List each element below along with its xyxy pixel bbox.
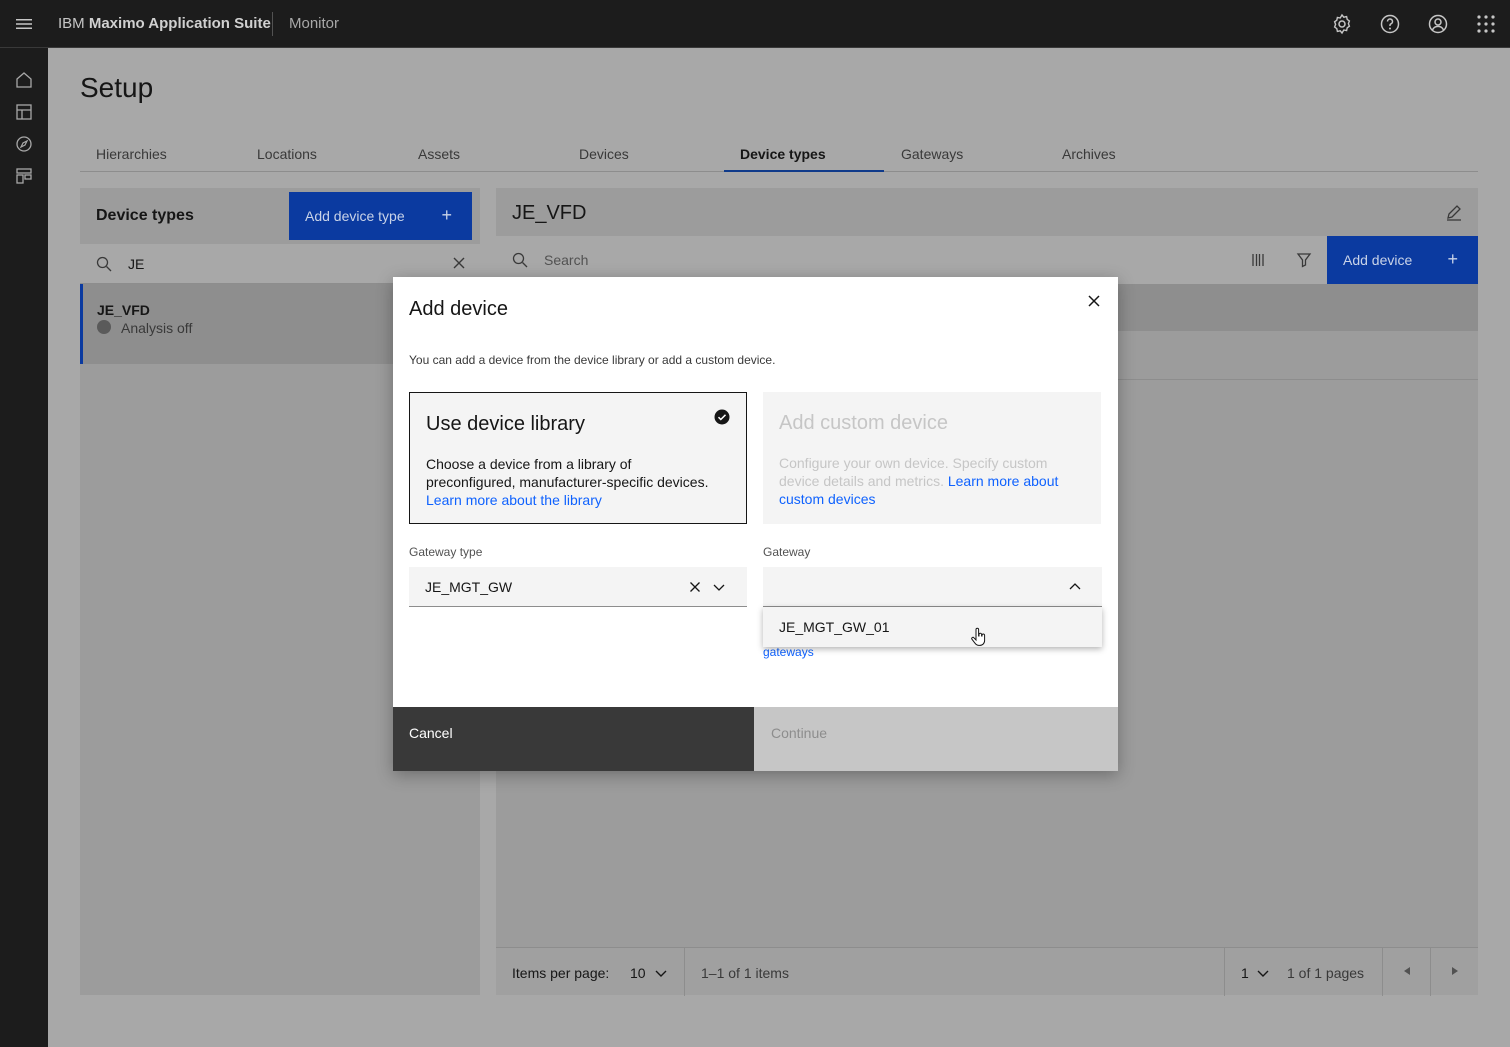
add-device-label: Add device xyxy=(1343,252,1413,268)
tab-assets[interactable]: Assets xyxy=(418,146,460,162)
pager-divider xyxy=(1430,948,1431,996)
gateways-link[interactable]: gateways xyxy=(763,645,814,659)
clear-selection-icon[interactable] xyxy=(689,581,701,593)
edit-icon[interactable] xyxy=(1445,203,1463,221)
settings-icon[interactable] xyxy=(1330,12,1354,36)
continue-button[interactable]: Continue xyxy=(754,707,1118,771)
previous-page-icon[interactable] xyxy=(1400,964,1414,978)
home-icon[interactable] xyxy=(15,71,33,89)
chevron-down-icon[interactable] xyxy=(1256,966,1270,980)
add-custom-device-tile[interactable]: Add custom device Configure your own dev… xyxy=(763,392,1101,524)
setup-icon[interactable] xyxy=(15,167,33,185)
use-device-library-tile[interactable]: Use device library Choose a device from … xyxy=(409,392,747,524)
add-device-type-label: Add device type xyxy=(305,208,405,224)
brand-name: Maximo Application Suite xyxy=(88,15,271,32)
tab-locations[interactable]: Locations xyxy=(257,146,317,162)
items-range: 1–1 of 1 items xyxy=(701,965,789,981)
pager-divider xyxy=(1224,948,1225,996)
tile-body-text: Choose a device from a library of precon… xyxy=(426,456,709,490)
filter-icon[interactable] xyxy=(1296,252,1312,268)
add-device-modal: Add device You can add a device from the… xyxy=(393,277,1118,771)
header-divider xyxy=(272,12,273,36)
tab-gateways[interactable]: Gateways xyxy=(901,146,963,162)
modal-description: You can add a device from the device lib… xyxy=(409,353,776,367)
checkmark-filled-icon xyxy=(714,409,730,425)
add-device-button[interactable]: Add device + xyxy=(1327,236,1478,284)
items-per-page-select[interactable]: 10 xyxy=(630,965,646,981)
gateway-label: Gateway xyxy=(763,545,811,559)
columns-icon[interactable] xyxy=(1250,252,1266,268)
brand-title[interactable]: IBM Maximo Application Suite xyxy=(58,15,271,32)
chevron-up-icon[interactable] xyxy=(1069,581,1081,593)
app-switcher-icon[interactable] xyxy=(1474,12,1498,36)
page-title: Setup xyxy=(80,72,154,103)
chevron-down-icon[interactable] xyxy=(654,966,668,980)
dashboard-icon[interactable] xyxy=(15,103,33,121)
device-type-name: JE_VFD xyxy=(97,302,150,318)
modal-title: Add device xyxy=(409,298,508,320)
page-count: 1 of 1 pages xyxy=(1287,965,1365,981)
learn-more-library-link[interactable]: Learn more about the library xyxy=(426,492,602,508)
tile-body: Configure your own device. Specify custo… xyxy=(779,454,1069,508)
devices-search-input[interactable]: Search xyxy=(544,252,588,268)
search-input[interactable]: JE xyxy=(128,256,144,272)
help-icon[interactable] xyxy=(1378,12,1402,36)
side-rail xyxy=(0,48,48,1047)
tab-archives[interactable]: Archives xyxy=(1062,146,1116,162)
gateway-combobox[interactable] xyxy=(763,567,1102,607)
page-select[interactable]: 1 xyxy=(1241,965,1249,981)
gateway-option[interactable]: JE_MGT_GW_01 xyxy=(779,619,889,635)
gateway-type-value: JE_MGT_GW xyxy=(425,579,513,595)
add-device-type-button[interactable]: Add device type + xyxy=(289,192,472,240)
tile-heading: Add custom device xyxy=(779,412,948,434)
chevron-down-icon[interactable] xyxy=(713,581,725,593)
search-icon xyxy=(96,256,112,272)
pagination: Items per page: 10 1–1 of 1 items 1 1 of… xyxy=(496,947,1478,996)
plus-icon: + xyxy=(441,205,452,225)
top-header: IBM Maximo Application Suite Monitor xyxy=(0,0,1510,48)
gateway-type-label: Gateway type xyxy=(409,545,483,559)
device-type-status: Analysis off xyxy=(121,320,193,336)
pager-divider xyxy=(1382,948,1383,996)
device-types-title: Device types xyxy=(96,207,194,224)
cancel-button[interactable]: Cancel xyxy=(393,707,754,771)
gateway-dropdown-menu: JE_MGT_GW_01 xyxy=(763,607,1102,647)
plus-icon: + xyxy=(1447,249,1458,269)
tab-devices[interactable]: Devices xyxy=(579,146,629,162)
gateway-type-combobox[interactable]: JE_MGT_GW xyxy=(409,567,747,607)
setup-tabs: Hierarchies Locations Assets Devices Dev… xyxy=(80,138,1478,172)
explore-icon[interactable] xyxy=(15,135,33,153)
tile-heading: Use device library xyxy=(426,413,585,435)
product-name: Monitor xyxy=(289,15,340,32)
clear-search-icon[interactable] xyxy=(452,256,466,270)
hand-cursor-icon xyxy=(971,627,986,646)
items-per-page-label: Items per page: xyxy=(512,965,610,981)
menu-icon[interactable] xyxy=(14,14,34,34)
search-icon xyxy=(512,252,528,268)
status-dot-icon xyxy=(97,320,111,334)
close-icon[interactable] xyxy=(1086,293,1102,309)
tab-hierarchies[interactable]: Hierarchies xyxy=(96,146,167,162)
device-type-detail-title: JE_VFD xyxy=(512,202,587,224)
brand-prefix: IBM xyxy=(58,15,85,32)
next-page-icon[interactable] xyxy=(1448,964,1462,978)
pager-divider xyxy=(684,948,685,996)
tab-device-types[interactable]: Device types xyxy=(740,146,826,162)
tile-body: Choose a device from a library of precon… xyxy=(426,455,716,509)
active-tab-indicator xyxy=(724,170,884,172)
user-icon[interactable] xyxy=(1426,12,1450,36)
